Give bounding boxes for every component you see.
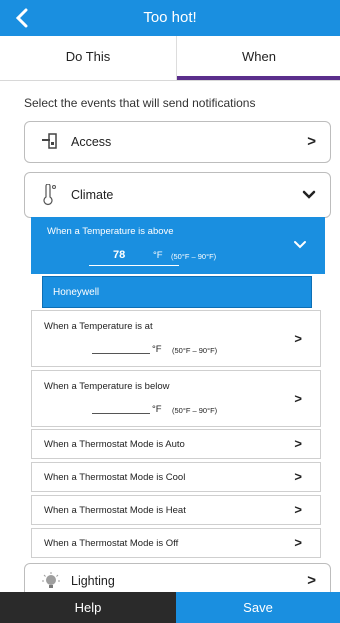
save-button[interactable]: Save	[176, 592, 340, 623]
bulb-icon	[42, 572, 60, 588]
instructions-text: Select the events that will send notific…	[24, 96, 256, 110]
thermometer-icon	[43, 184, 56, 205]
chevron-right-icon: >	[294, 391, 302, 406]
temp-above-value: 78	[113, 249, 126, 261]
page-title: Too hot!	[143, 9, 197, 26]
help-button[interactable]: Help	[0, 592, 176, 623]
thermostat-auto-label: When a Thermostat Mode is Auto	[44, 439, 185, 450]
active-tab-indicator	[177, 76, 340, 80]
chevron-right-icon: >	[294, 331, 302, 346]
climate-label: Climate	[71, 188, 114, 202]
temp-at-event[interactable]: When a Temperature is at °F (50°F – 90°F…	[31, 310, 321, 367]
device-honeywell[interactable]: Honeywell	[42, 276, 312, 308]
climate-group[interactable]: Climate	[24, 172, 331, 218]
access-label: Access	[71, 135, 112, 149]
access-group[interactable]: Access >	[24, 121, 331, 163]
thermostat-heat-label: When a Thermostat Mode is Heat	[44, 505, 186, 516]
thermostat-off-event[interactable]: When a Thermostat Mode is Off >	[31, 528, 321, 558]
chevron-right-icon: >	[294, 469, 302, 484]
temp-at-unit: °F	[152, 344, 162, 355]
chevron-right-icon: >	[294, 535, 302, 550]
temp-below-range: (50°F – 90°F)	[172, 406, 218, 415]
chevron-down-icon	[302, 190, 316, 199]
temp-at-input[interactable]	[92, 341, 150, 354]
chevron-right-icon: >	[307, 133, 316, 150]
temp-below-event[interactable]: When a Temperature is below °F (50°F – 9…	[31, 370, 321, 427]
thermostat-off-label: When a Thermostat Mode is Off	[44, 538, 179, 549]
tab-when-label: When	[242, 49, 276, 64]
bottom-action-bar: Help Save	[0, 592, 340, 623]
chevron-right-icon: >	[294, 502, 302, 517]
chevron-right-icon: >	[294, 436, 302, 451]
thermostat-heat-event[interactable]: When a Thermostat Mode is Heat >	[31, 495, 321, 525]
temp-above-event[interactable]: When a Temperature is above 78 °F (50°F …	[31, 217, 325, 274]
tab-when[interactable]: When	[176, 36, 340, 80]
temp-below-label: When a Temperature is below	[44, 381, 170, 392]
lock-icon	[42, 133, 57, 149]
thermostat-cool-label: When a Thermostat Mode is Cool	[44, 472, 186, 483]
tab-bar: Do This When	[0, 36, 340, 81]
temp-above-range: (50°F – 90°F)	[171, 252, 217, 261]
temp-at-label: When a Temperature is at	[44, 321, 153, 332]
temp-below-input[interactable]	[92, 401, 150, 414]
temp-below-unit: °F	[152, 404, 162, 415]
chevron-down-icon	[294, 241, 306, 249]
tab-do-this[interactable]: Do This	[0, 36, 176, 80]
thermostat-cool-event[interactable]: When a Thermostat Mode is Cool >	[31, 462, 321, 492]
app-header: Too hot!	[0, 0, 340, 36]
temp-above-label: When a Temperature is above	[47, 226, 174, 237]
temp-at-range: (50°F – 90°F)	[172, 346, 218, 355]
temp-above-unit: °F	[153, 250, 163, 261]
thermostat-auto-event[interactable]: When a Thermostat Mode is Auto >	[31, 429, 321, 459]
temp-above-input[interactable]	[89, 247, 179, 266]
